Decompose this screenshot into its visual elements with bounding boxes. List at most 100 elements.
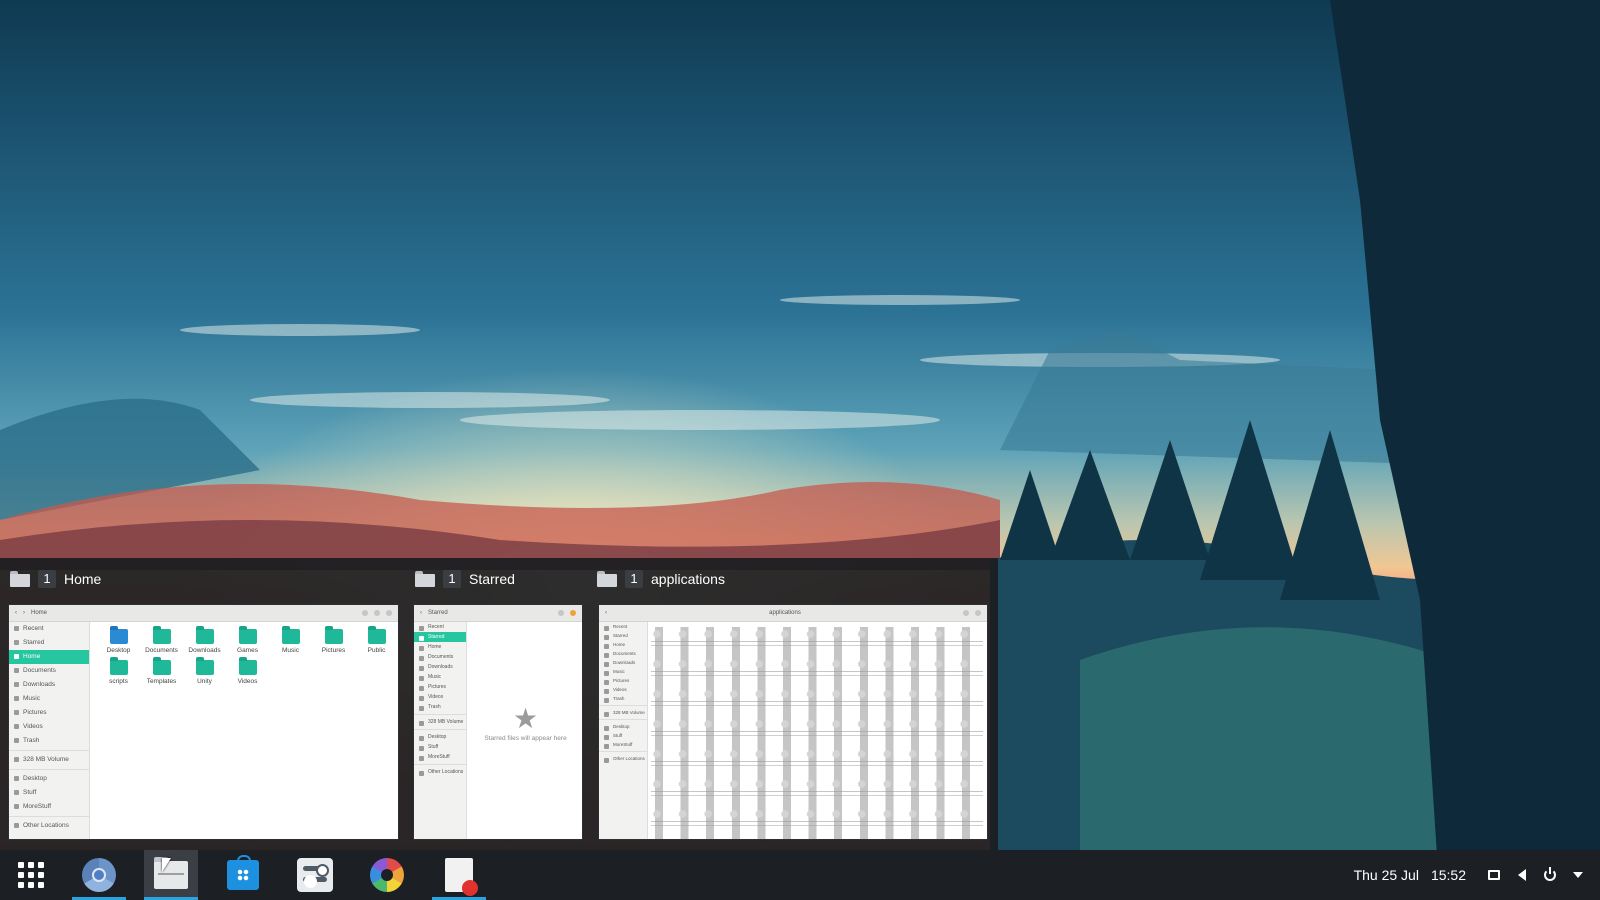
sidebar-item: Starred bbox=[9, 636, 89, 650]
desktop-file-labels bbox=[651, 627, 983, 839]
back-arrow-icon: ‹ bbox=[605, 610, 607, 616]
window-thumbnail-starred[interactable]: ‹ Starred Recent Starred Home Documents … bbox=[413, 604, 583, 840]
sidebar-item: Documents bbox=[414, 652, 466, 662]
power-icon bbox=[1544, 867, 1556, 881]
sidebar-item: Pictures bbox=[9, 706, 89, 720]
sidebar-item: Videos bbox=[414, 692, 466, 702]
notifications-button[interactable] bbox=[1486, 867, 1502, 883]
sidebar-item: MoreStuff bbox=[9, 800, 89, 814]
folder-item: Videos bbox=[226, 657, 269, 685]
sidebar-item: Desktop bbox=[414, 732, 466, 742]
clock-date: Thu 25 Jul bbox=[1353, 867, 1419, 883]
folder-item: scripts bbox=[97, 657, 140, 685]
sidebar-item: Trash bbox=[414, 702, 466, 712]
thumbnail-headerbar: ‹ Starred bbox=[414, 605, 582, 622]
window-switcher: 1 Home ‹ › Home Recent Starred Home Docu… bbox=[0, 558, 998, 850]
folder-item: Public bbox=[355, 626, 398, 654]
taskbar-app-chromium[interactable] bbox=[72, 850, 126, 900]
sidebar-item: Other Locations bbox=[414, 767, 466, 777]
settings-icon bbox=[297, 858, 333, 892]
folder-icon bbox=[238, 657, 257, 675]
sidebar-item: Downloads bbox=[599, 658, 647, 667]
back-arrow-icon: ‹ bbox=[420, 610, 422, 616]
switcher-group-home[interactable]: 1 Home ‹ › Home Recent Starred Home Docu… bbox=[0, 558, 405, 850]
thumbnail-sidebar: Recent Starred Home Documents Downloads … bbox=[414, 622, 467, 839]
sidebar-item: Documents bbox=[599, 649, 647, 658]
folder-icon bbox=[597, 571, 617, 587]
taskbar-app-files[interactable] bbox=[144, 850, 198, 900]
text-editor-icon bbox=[445, 858, 478, 896]
sidebar-item: Pictures bbox=[414, 682, 466, 692]
sidebar-item: Other Locations bbox=[599, 754, 647, 763]
sidebar-item: Pictures bbox=[599, 676, 647, 685]
tray-menu-button[interactable] bbox=[1570, 867, 1586, 883]
minimize-dot-icon bbox=[558, 610, 564, 616]
sidebar-divider bbox=[9, 816, 89, 817]
sidebar-item: Music bbox=[599, 667, 647, 676]
minimize-dot-icon bbox=[362, 610, 368, 616]
close-dot-icon bbox=[386, 610, 392, 616]
group-title: applications bbox=[651, 571, 725, 587]
sidebar-item: Downloads bbox=[9, 678, 89, 692]
mouse-cursor-icon bbox=[162, 858, 171, 872]
file-grid: Desktop Documents Downloads Games Music … bbox=[97, 626, 398, 685]
group-header: 1 Home bbox=[10, 568, 101, 590]
thumbnail-headerbar: ‹ › Home bbox=[9, 605, 398, 622]
chromium-icon bbox=[82, 858, 116, 892]
power-button[interactable] bbox=[1542, 867, 1558, 883]
minimize-dot-icon bbox=[963, 610, 969, 616]
back-arrow-icon: ‹ bbox=[15, 610, 17, 616]
folder-icon bbox=[238, 626, 257, 644]
sidebar-divider bbox=[414, 714, 466, 715]
location-label: applications bbox=[769, 610, 801, 616]
sidebar-item: Stuff bbox=[9, 786, 89, 800]
sidebar-divider bbox=[9, 750, 89, 751]
taskbar-app-settings[interactable] bbox=[288, 850, 342, 900]
sidebar-item: Stuff bbox=[599, 731, 647, 740]
clock-time: 15:52 bbox=[1430, 867, 1466, 883]
folder-item: Downloads bbox=[183, 626, 226, 654]
folder-icon bbox=[415, 571, 435, 587]
grid-icon bbox=[18, 862, 44, 888]
sidebar-item: Other Locations bbox=[9, 819, 89, 833]
sidebar-item: Music bbox=[9, 692, 89, 706]
switcher-group-applications[interactable]: 1 applications ‹ applications Recent Sta… bbox=[587, 558, 998, 850]
sidebar-divider bbox=[599, 705, 647, 706]
thumbnail-sidebar: Recent Starred Home Documents Downloads … bbox=[9, 622, 90, 839]
location-label: Home bbox=[31, 610, 48, 616]
folder-icon bbox=[10, 571, 30, 587]
thumbnail-headerbar: ‹ applications bbox=[599, 605, 987, 622]
switcher-group-starred[interactable]: 1 Starred ‹ Starred Recent Starred Home … bbox=[405, 558, 587, 850]
sidebar-item: 328 MB Volume bbox=[414, 717, 466, 727]
window-count-badge: 1 bbox=[443, 570, 461, 588]
sidebar-item: Home bbox=[414, 642, 466, 652]
taskbar-app-photo[interactable] bbox=[360, 850, 414, 900]
folder-icon bbox=[109, 657, 128, 675]
aperture-icon bbox=[370, 858, 404, 892]
window-thumbnail-home[interactable]: ‹ › Home Recent Starred Home Documents D… bbox=[8, 604, 399, 840]
sidebar-item: Trash bbox=[9, 734, 89, 748]
star-icon: ★ bbox=[512, 703, 539, 734]
sidebar-item: Recent bbox=[599, 622, 647, 631]
folder-icon bbox=[195, 626, 214, 644]
group-header: 1 Starred bbox=[415, 568, 515, 590]
sidebar-item: Videos bbox=[9, 720, 89, 734]
app-grid-button[interactable] bbox=[4, 850, 58, 900]
taskbar: Thu 25 Jul 15:52 bbox=[0, 850, 1600, 900]
volume-button[interactable] bbox=[1514, 867, 1530, 883]
close-dot-icon bbox=[975, 610, 981, 616]
folder-icon bbox=[109, 626, 128, 644]
window-count-badge: 1 bbox=[625, 570, 643, 588]
clock[interactable]: Thu 25 Jul 15:52 bbox=[1354, 867, 1466, 883]
sidebar-item: Desktop bbox=[599, 722, 647, 731]
taskbar-app-text-editor[interactable] bbox=[432, 850, 486, 900]
sidebar-divider bbox=[599, 719, 647, 720]
taskbar-app-software-store[interactable] bbox=[216, 850, 270, 900]
folder-item: Desktop bbox=[97, 626, 140, 654]
window-thumbnail-applications[interactable]: ‹ applications Recent Starred Home Docum… bbox=[598, 604, 988, 840]
group-title: Home bbox=[64, 571, 102, 587]
folder-icon bbox=[152, 626, 171, 644]
sidebar-item-active: Home bbox=[9, 650, 89, 664]
sidebar-item: Stuff bbox=[414, 742, 466, 752]
system-tray: Thu 25 Jul 15:52 bbox=[1354, 850, 1586, 900]
